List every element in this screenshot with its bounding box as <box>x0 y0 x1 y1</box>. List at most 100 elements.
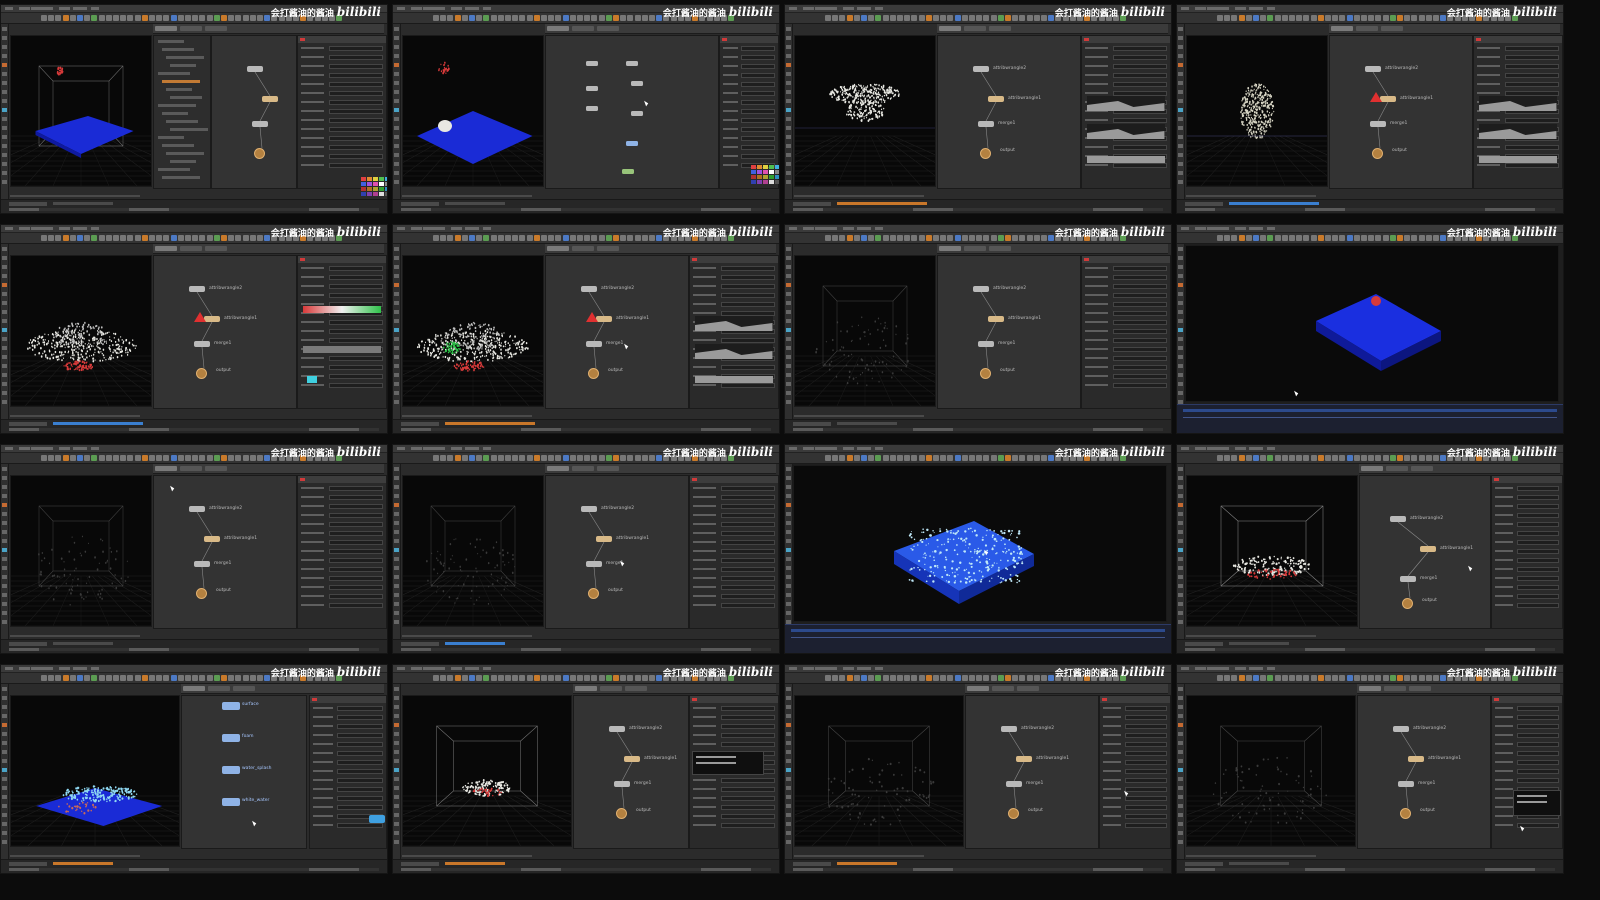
shelf-tool-icon[interactable] <box>1026 455 1033 461</box>
pane-tab[interactable] <box>989 246 1011 251</box>
parameter-field[interactable] <box>328 383 383 388</box>
shelf-tool-icon[interactable] <box>476 15 483 21</box>
parameter-row[interactable] <box>301 576 383 581</box>
parameter-field[interactable] <box>1516 594 1559 599</box>
parameter-row[interactable] <box>1085 338 1167 343</box>
tree-item[interactable] <box>166 88 192 91</box>
shelf-tool-icon[interactable] <box>569 235 576 241</box>
shelf-tool-icon[interactable] <box>206 15 213 21</box>
tool-icon[interactable] <box>1178 768 1183 772</box>
tool-icon[interactable] <box>394 72 399 76</box>
tool-icon[interactable] <box>2 117 7 121</box>
tool-icon[interactable] <box>394 171 399 175</box>
menu-item[interactable] <box>1221 667 1229 670</box>
shelf-tool-icon[interactable] <box>228 235 235 241</box>
menu-item[interactable] <box>451 227 462 230</box>
shelf-tool-icon[interactable] <box>1231 15 1238 21</box>
scene-viewport[interactable] <box>1186 695 1356 847</box>
parameter-row[interactable] <box>1477 163 1559 168</box>
parameter-row[interactable] <box>693 486 775 491</box>
shelf-tool-icon[interactable] <box>505 455 511 461</box>
parameter-row[interactable] <box>301 73 383 78</box>
shelf-tool-icon[interactable] <box>1368 455 1375 461</box>
playback-controls[interactable] <box>9 862 47 866</box>
shelf-tool-icon[interactable] <box>98 675 105 681</box>
parameter-field[interactable] <box>720 486 775 491</box>
tool-icon[interactable] <box>2 503 7 507</box>
shelf-tool-icon[interactable] <box>512 455 519 461</box>
shelf-tool-icon[interactable] <box>1224 455 1231 461</box>
shelf-tool-icon[interactable] <box>127 235 134 241</box>
parameter-field[interactable] <box>1112 163 1167 168</box>
shelf-tool-icon[interactable] <box>904 455 911 461</box>
parameter-row[interactable] <box>301 118 383 123</box>
tool-icon[interactable] <box>786 759 791 763</box>
parameter-row[interactable] <box>723 73 775 78</box>
scene-viewport[interactable] <box>10 695 180 847</box>
shelf-tool-icon[interactable] <box>1267 235 1274 241</box>
shelf-tool-icon[interactable] <box>1012 675 1019 681</box>
scene-viewport[interactable] <box>1186 475 1358 627</box>
shelf-tool-icon[interactable] <box>461 235 468 241</box>
shelf-tool-icon[interactable] <box>889 15 896 21</box>
parameter-row[interactable] <box>693 814 775 819</box>
network-editor[interactable]: attribwrangle2 attribwrangle1 merge1 output <box>937 35 1081 189</box>
parameter-field[interactable] <box>1112 320 1167 325</box>
timeline-range[interactable] <box>837 862 897 865</box>
shelf-tool-icon[interactable] <box>976 235 983 241</box>
palette-swatch[interactable] <box>757 170 762 174</box>
shelf-tool-icon[interactable] <box>861 235 867 241</box>
menu-item[interactable] <box>857 447 871 450</box>
palette-swatch[interactable] <box>763 180 768 184</box>
shelf-tool-icon[interactable] <box>476 235 483 241</box>
shelf-tool-icon[interactable] <box>1433 455 1439 461</box>
shelf-tool-icon[interactable] <box>569 15 576 21</box>
shelf-tool-icon[interactable] <box>1440 15 1447 21</box>
shelf-tool-icon[interactable] <box>940 15 947 21</box>
shelf-tool-icon[interactable] <box>954 455 961 461</box>
shelf-tool-icon[interactable] <box>512 675 519 681</box>
parameter-field[interactable] <box>1112 311 1167 316</box>
shelf-tool-icon[interactable] <box>476 455 483 461</box>
shelf-tool-icon[interactable] <box>526 675 533 681</box>
tool-icon[interactable] <box>2 548 7 552</box>
parameter-field[interactable] <box>1504 73 1559 78</box>
shelf-tool-icon[interactable] <box>882 235 889 241</box>
parameter-row[interactable] <box>1085 46 1167 51</box>
shelf-tool-icon[interactable] <box>512 235 519 241</box>
parameter-row[interactable] <box>301 275 383 280</box>
shelf-tool-icon[interactable] <box>961 675 968 681</box>
shelf-tool-icon[interactable] <box>1389 675 1396 681</box>
menu-item[interactable] <box>19 667 30 670</box>
parameter-row[interactable] <box>301 603 383 608</box>
shelf-tool-icon[interactable] <box>548 235 555 241</box>
shelf-tool-icon[interactable] <box>454 455 461 461</box>
shelf-tool-icon[interactable] <box>1253 235 1259 241</box>
tool-icon[interactable] <box>1178 777 1183 781</box>
parameter-field[interactable] <box>328 585 383 590</box>
shelf-tool-icon[interactable] <box>627 675 634 681</box>
shelf-tool-icon[interactable] <box>584 675 591 681</box>
shelf-tool-icon[interactable] <box>156 235 163 241</box>
pane-tab[interactable] <box>155 246 177 251</box>
tool-icon[interactable] <box>786 391 791 395</box>
shelf-tool-icon[interactable] <box>1317 15 1324 21</box>
tool-icon[interactable] <box>1178 99 1183 103</box>
shelf-tool-icon[interactable] <box>77 675 83 681</box>
playback-controls[interactable] <box>1185 862 1223 866</box>
shelf-tool-icon[interactable] <box>868 235 875 241</box>
parameter-field[interactable] <box>1124 724 1167 729</box>
parameter-row[interactable] <box>301 55 383 60</box>
parameter-row[interactable] <box>693 706 775 711</box>
shelf-tool-icon[interactable] <box>62 455 69 461</box>
menu-item[interactable] <box>31 447 45 450</box>
parameter-field[interactable] <box>1124 796 1167 801</box>
playback-controls[interactable] <box>9 422 47 426</box>
shelf-tool-icon[interactable] <box>1404 455 1411 461</box>
parameter-field[interactable] <box>1504 55 1559 60</box>
parameter-field[interactable] <box>1112 82 1167 87</box>
parameter-field[interactable] <box>1112 383 1167 388</box>
shelf-tool-icon[interactable] <box>832 235 839 241</box>
palette-swatch[interactable] <box>763 170 768 174</box>
color-field[interactable] <box>695 376 773 383</box>
